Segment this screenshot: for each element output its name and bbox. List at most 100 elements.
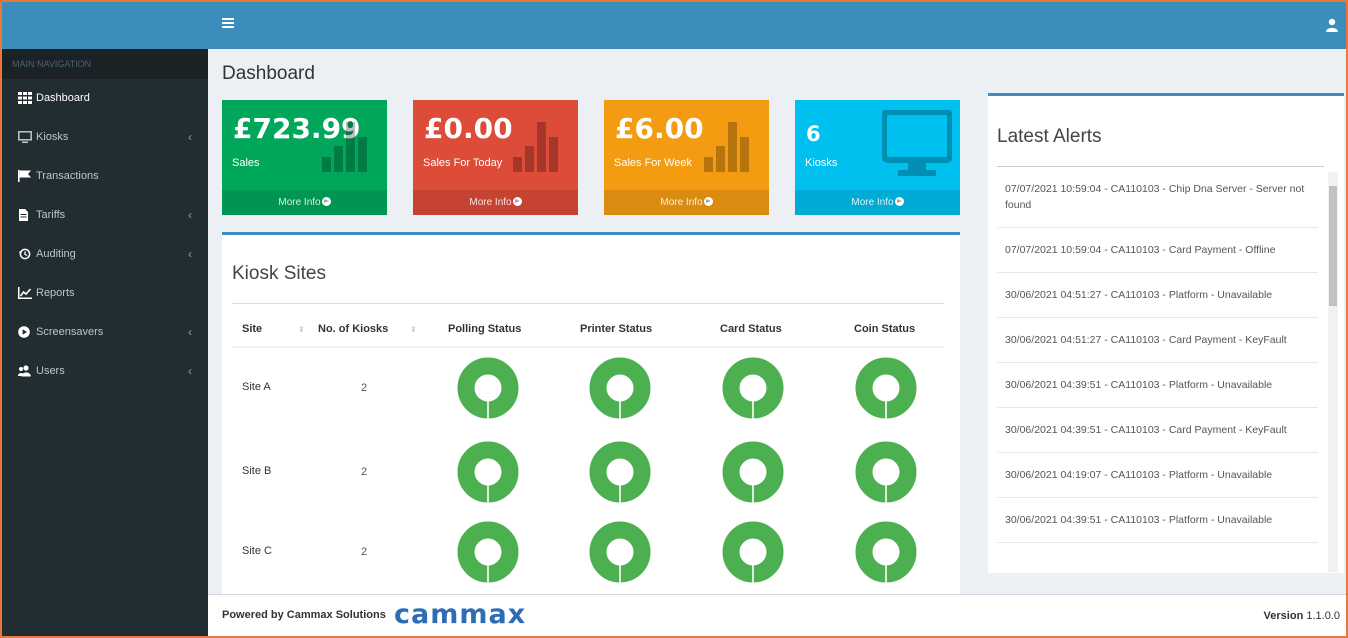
table-row: Site B 2 [222,435,960,517]
arrow-circle-right-icon [703,197,713,206]
more-info-label: More Info [660,197,703,208]
bar-chart-icon [513,122,558,172]
sales-week-value: £6.00 [615,112,704,145]
powered-by-text: Powered by Cammax Solutions [222,609,386,621]
document-icon [19,209,28,222]
alert-list-item: 30/06/2021 04:51:27 - CA110103 - Card Pa… [997,318,1318,363]
alerts-scrollbar[interactable] [1328,172,1338,572]
alerts-list[interactable]: 07/07/2021 10:59:04 - CA110103 - Chip Dn… [997,167,1318,573]
column-header-coin-status: Coin Status [854,323,916,335]
sales-week-more-info-link[interactable]: More Info [604,190,769,215]
chevron-left-icon: ‹ [188,247,192,261]
kiosk-sites-panel: Kiosk Sites Site ⬍ No. of Kiosks ⬍ Polli… [222,232,960,594]
sidebar-item-kiosks[interactable]: Kiosks ‹ [2,118,208,157]
bar-chart-icon [704,122,749,172]
kiosk-count: 2 [361,466,368,478]
content-area: Dashboard £723.99 Sales More Info £0.00 … [208,49,1346,594]
coin-status-icon [855,441,917,503]
sales-more-info-link[interactable]: More Info [222,190,387,215]
chart-icon [18,287,32,300]
chevron-left-icon: ‹ [188,130,192,144]
divider [232,346,944,348]
site-name: Site C [242,545,272,557]
sidebar-item-transactions[interactable]: Transactions [2,157,208,196]
column-header-polling-status: Polling Status [448,323,522,335]
sales-info-box: £723.99 Sales More Info [222,100,387,215]
column-header-site[interactable]: Site [242,323,262,335]
dashboard-grid-icon [18,92,32,105]
kiosks-count-value: 6 [806,122,821,146]
alert-list-item: 30/06/2021 04:39:51 - CA110103 - Platfor… [997,498,1318,543]
users-icon [18,365,31,377]
site-name: Site B [242,465,272,477]
alert-list-item: 30/06/2021 04:51:27 - CA110103 - Platfor… [997,273,1318,318]
column-header-printer-status: Printer Status [580,323,653,335]
sidebar-item-screensavers[interactable]: Screensavers ‹ [2,313,208,352]
chevron-left-icon: ‹ [188,208,192,222]
coin-status-icon [855,521,917,583]
more-info-label: More Info [851,197,894,208]
arrow-circle-right-icon [512,197,522,206]
user-icon[interactable] [1326,18,1340,32]
card-status-icon [722,441,784,503]
sidebar-item-users[interactable]: Users ‹ [2,352,208,391]
arrow-circle-right-icon [894,197,904,206]
page-title: Dashboard [222,63,315,84]
sales-today-info-box: £0.00 Sales For Today More Info [413,100,578,215]
sales-week-info-box: £6.00 Sales For Week More Info [604,100,769,215]
sidebar-item-label: Transactions [36,170,99,182]
kiosk-count: 2 [361,382,368,394]
version-number: 1.1.0.0 [1306,610,1340,622]
kiosk-sites-title: Kiosk Sites [232,263,326,284]
sidebar-item-auditing[interactable]: Auditing ‹ [2,235,208,274]
sales-today-label: Sales For Today [423,157,503,169]
kiosks-info-box: 6 Kiosks More Info [795,100,960,215]
table-row: Site A 2 [222,351,960,433]
sidebar-item-tariffs[interactable]: Tariffs ‹ [2,196,208,235]
coin-status-icon [855,357,917,419]
sort-icon[interactable]: ⬍ [298,325,305,335]
polling-status-icon [457,357,519,419]
latest-alerts-title: Latest Alerts [997,126,1102,147]
history-icon [18,248,31,260]
sort-icon[interactable]: ⬍ [410,325,417,335]
site-name: Site A [242,381,271,393]
sales-label: Sales [232,157,260,169]
sidebar-item-label: Dashboard [36,92,90,104]
alert-list-item: 30/06/2021 04:19:07 - CA110103 - Platfor… [997,453,1318,498]
monitor-icon [882,110,952,176]
alert-list-item: 30/06/2021 04:39:51 - CA110103 - Card Pa… [997,408,1318,453]
sales-week-label: Sales For Week [614,157,693,169]
sidebar-item-label: Kiosks [36,131,69,143]
printer-status-icon [589,441,651,503]
more-info-label: More Info [278,197,321,208]
top-navbar [208,2,1346,49]
sidebar: MAIN NAVIGATION Dashboard Kiosks ‹ Trans… [2,49,208,636]
column-header-kiosks[interactable]: No. of Kiosks [318,323,388,335]
polling-status-icon [457,441,519,503]
kiosk-count: 2 [361,546,368,558]
sidebar-toggle-icon[interactable] [222,18,234,28]
printer-status-icon [589,357,651,419]
chevron-left-icon: ‹ [188,325,192,339]
sidebar-item-label: Reports [36,287,75,299]
sidebar-item-dashboard[interactable]: Dashboard [2,79,208,118]
chevron-left-icon: ‹ [188,364,192,378]
sidebar-item-reports[interactable]: Reports [2,274,208,313]
kiosks-more-info-link[interactable]: More Info [795,190,960,215]
version-label: Version [1263,610,1304,622]
alert-list-item: 07/07/2021 10:59:04 - CA110103 - Card Pa… [997,228,1318,273]
bar-chart-icon [322,122,367,172]
card-status-icon [722,357,784,419]
more-info-label: More Info [469,197,512,208]
card-status-icon [722,521,784,583]
divider [232,303,944,304]
sidebar-item-label: Auditing [36,248,76,260]
scrollbar-thumb[interactable] [1329,186,1337,306]
version-text: Version 1.1.0.0 [1264,610,1340,622]
sales-today-more-info-link[interactable]: More Info [413,190,578,215]
desktop-icon [18,131,32,144]
alert-list-item: 07/07/2021 10:59:04 - CA110103 - Chip Dn… [997,167,1318,228]
logo-area [2,2,208,49]
table-row: Site C 2 [222,515,960,594]
